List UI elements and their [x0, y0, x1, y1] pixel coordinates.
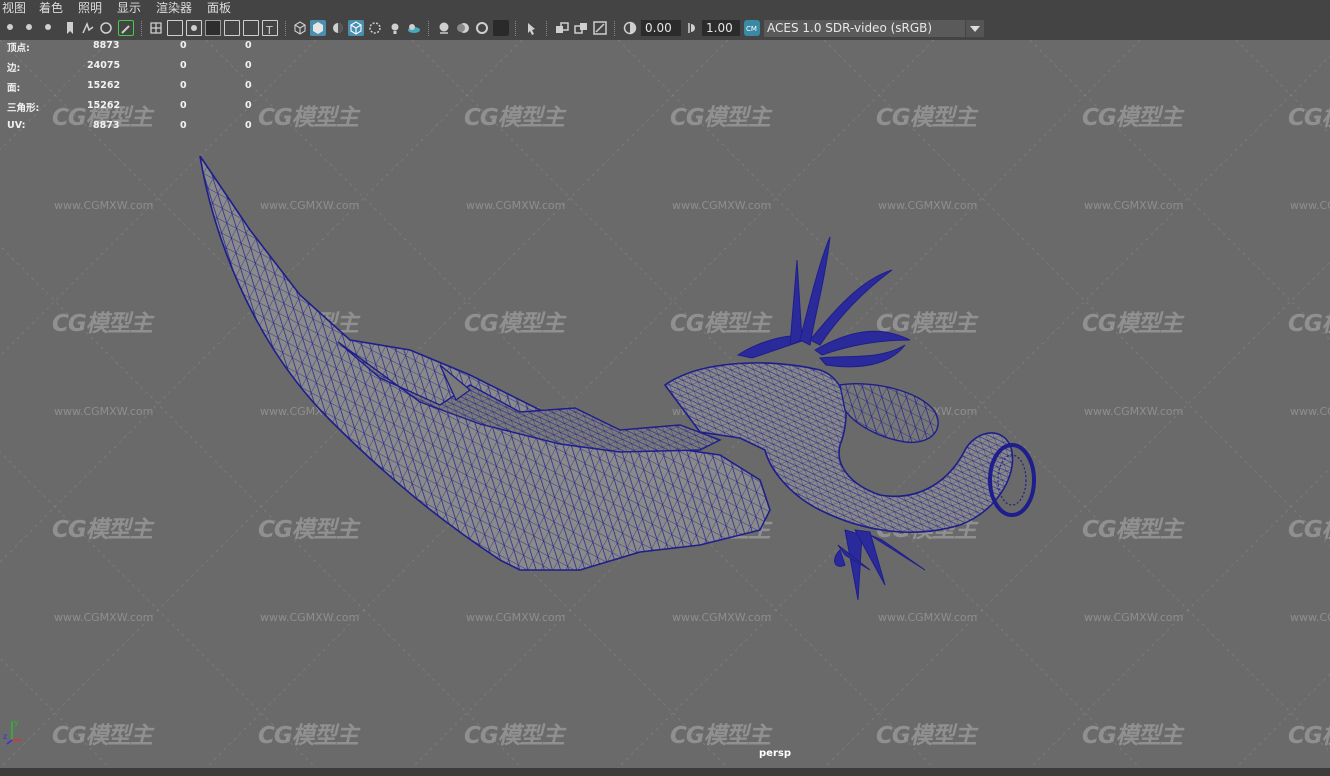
- film-gate-icon[interactable]: [167, 20, 183, 36]
- hud-value: 0: [245, 100, 252, 111]
- hud-value: 8873: [93, 40, 120, 51]
- hud-value: 8873: [93, 120, 120, 131]
- hud-label: 面:: [7, 83, 21, 94]
- hud-value: 0: [180, 100, 187, 111]
- viewport-persp[interactable]: CG模型主CG模型主CG模型主CG模型主CG模型主CG模型主CG模型主CG模型主…: [0, 40, 1330, 768]
- anti-alias-icon[interactable]: [474, 20, 490, 36]
- camera-lock-icon[interactable]: [41, 20, 57, 36]
- hud-label: 顶点:: [7, 43, 30, 54]
- hud-row-triangles: 三角形: 15262 0 0: [7, 100, 267, 114]
- use-all-lights-icon[interactable]: [387, 20, 403, 36]
- hud-row-faces: 面: 15262 0 0: [7, 80, 267, 94]
- svg-text:T: T: [265, 24, 273, 36]
- viewport-bottom-border: [0, 768, 1330, 776]
- hud-value: 0: [180, 80, 187, 91]
- camera-icon[interactable]: [3, 20, 19, 36]
- image-plane-icon[interactable]: [80, 20, 96, 36]
- hud-value: 0: [180, 40, 187, 51]
- screen-space-ao-icon[interactable]: [436, 20, 452, 36]
- separator: [515, 21, 517, 36]
- y-axis-label: y: [14, 718, 19, 727]
- wireframe-icon[interactable]: [292, 20, 308, 36]
- hud-value: 15262: [87, 100, 121, 111]
- colorspace-value: ACES 1.0 SDR-video (sRGB): [767, 21, 933, 35]
- motion-blur-icon[interactable]: [455, 20, 471, 36]
- separator: [546, 21, 548, 36]
- camera-attr-icon[interactable]: [22, 20, 38, 36]
- resolution-gate-icon[interactable]: [186, 20, 202, 36]
- separator: [614, 21, 616, 36]
- hud-label: 三角形:: [7, 103, 40, 114]
- z-axis-label: z: [3, 732, 7, 741]
- hud-value: 0: [245, 40, 252, 51]
- bookmark-icon[interactable]: [62, 20, 78, 36]
- safe-action-icon[interactable]: [243, 20, 259, 36]
- gate-mask-icon[interactable]: [205, 20, 221, 36]
- hud-value: 0: [245, 60, 252, 71]
- safe-title-icon[interactable]: T: [262, 20, 278, 37]
- exposure-input[interactable]: 0.00: [641, 20, 681, 36]
- hud-row-edges: 边: 24075 0 0: [7, 60, 267, 74]
- field-chart-icon[interactable]: [224, 20, 240, 36]
- axis-gizmo: y z: [3, 718, 22, 745]
- hud-value: 24075: [87, 60, 121, 71]
- hud-row-uvs: UV: 8873 0 0: [7, 120, 267, 132]
- smooth-shade-icon[interactable]: [310, 20, 326, 36]
- hud-row-vertices: 顶点: 8873 0 0: [7, 40, 267, 54]
- wireframe-on-shaded-icon[interactable]: [348, 20, 364, 36]
- xray-icon[interactable]: [367, 20, 383, 36]
- menu-bar: 视图 着色 照明 显示 渲染器 面板: [0, 0, 1330, 17]
- menu-view[interactable]: 视图: [2, 1, 26, 16]
- svg-text:CM: CM: [746, 25, 757, 33]
- z-axis-line: [6, 739, 13, 745]
- xray-active-icon[interactable]: [573, 20, 589, 36]
- hud-value: 0: [245, 120, 252, 131]
- separator: [141, 21, 143, 36]
- menu-panels[interactable]: 面板: [207, 1, 231, 16]
- menu-renderer[interactable]: 渲染器: [156, 1, 192, 16]
- default-material-icon[interactable]: [330, 20, 346, 36]
- hud-label: UV:: [7, 120, 26, 131]
- chevron-down-icon[interactable]: [965, 20, 984, 37]
- separator: [285, 21, 287, 36]
- hud-label: 边:: [7, 63, 21, 74]
- menu-lighting[interactable]: 照明: [78, 1, 102, 16]
- viewport-toolbar: T 0.00 1.00 CM ACES 1.0 SDR-video (sRGB): [0, 17, 1330, 41]
- pan-zoom-icon[interactable]: [98, 20, 114, 36]
- separator: [428, 21, 430, 36]
- camera-view-icon[interactable]: [592, 20, 608, 36]
- hud-value: 0: [180, 120, 187, 131]
- depth-of-field-icon[interactable]: [493, 20, 509, 36]
- blade-mesh: [199, 155, 771, 571]
- hud-value: 0: [245, 80, 252, 91]
- grid-icon[interactable]: [148, 20, 164, 36]
- camera-name-label: persp: [759, 748, 791, 759]
- isolate-select-icon[interactable]: [524, 20, 540, 36]
- menu-shading[interactable]: 着色: [39, 1, 63, 16]
- dagger-wireframe-model[interactable]: [0, 40, 1330, 768]
- exposure-icon[interactable]: [622, 20, 638, 36]
- grease-pencil-icon[interactable]: [118, 20, 134, 36]
- gamma-icon[interactable]: [684, 20, 700, 36]
- xray-joints-icon[interactable]: [554, 20, 570, 36]
- gamma-input[interactable]: 1.00: [702, 20, 740, 36]
- shadows-icon[interactable]: [405, 20, 421, 36]
- menu-show[interactable]: 显示: [117, 1, 141, 16]
- colorspace-dropdown[interactable]: ACES 1.0 SDR-video (sRGB): [764, 20, 984, 37]
- hud-value: 0: [180, 60, 187, 71]
- hud-value: 15262: [87, 80, 121, 91]
- color-management-icon[interactable]: CM: [744, 20, 760, 36]
